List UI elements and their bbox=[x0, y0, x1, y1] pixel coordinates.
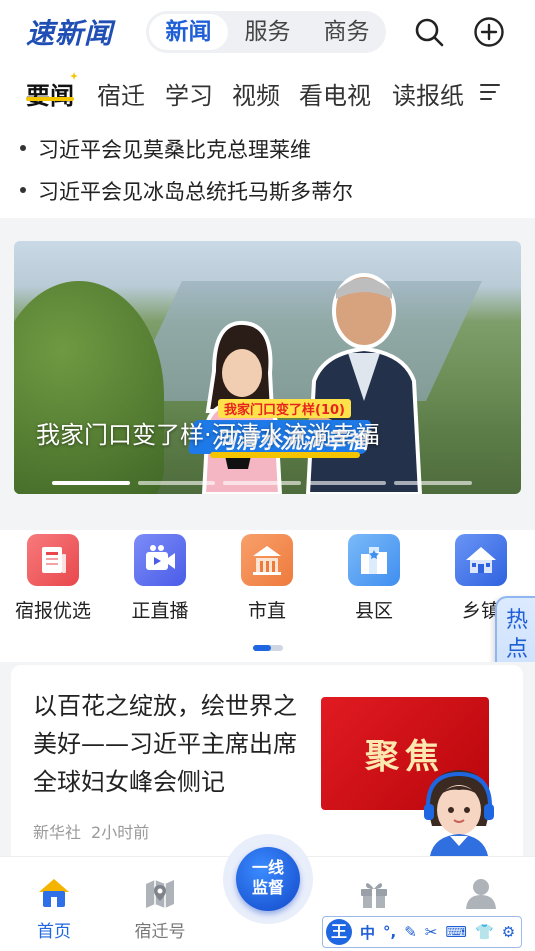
ime-settings-icon[interactable]: ⚙ bbox=[502, 923, 515, 941]
bullet-icon bbox=[20, 187, 26, 193]
carousel-dot[interactable] bbox=[137, 481, 216, 485]
segment-business[interactable]: 商务 bbox=[307, 14, 386, 50]
quick-entry-suqian-daily[interactable]: 宿报优选 bbox=[8, 534, 98, 623]
bullet-icon bbox=[20, 145, 26, 151]
headline-text: 习近平会见冰岛总统托马斯多蒂尔 bbox=[38, 180, 353, 204]
nav-label: 宿迁号 bbox=[134, 922, 186, 942]
tab-read-paper[interactable]: 读报纸 bbox=[392, 76, 464, 111]
newspaper-icon bbox=[27, 534, 79, 586]
section-switcher: 新闻 服务 商务 bbox=[146, 11, 386, 53]
quick-entry-pager bbox=[253, 645, 283, 651]
search-icon[interactable] bbox=[413, 16, 445, 48]
quick-entry-live[interactable]: 正直播 bbox=[115, 534, 205, 623]
quick-entry-label: 正直播 bbox=[131, 600, 189, 622]
home-icon bbox=[39, 879, 69, 907]
carousel-dot[interactable] bbox=[394, 481, 472, 485]
tab-study[interactable]: 学习 bbox=[165, 76, 213, 111]
active-tab-underline bbox=[26, 97, 74, 101]
pager-active-segment bbox=[253, 645, 271, 651]
quick-entry-label: 县区 bbox=[354, 600, 393, 622]
gift-icon bbox=[361, 883, 387, 908]
news-title: 以百花之绽放，绘世界之美好——习近平主席出席全球妇女峰会侧记 bbox=[33, 692, 297, 796]
quick-entry-label: 市直 bbox=[247, 600, 286, 622]
ime-keyboard-icon[interactable]: ⌨ bbox=[445, 923, 467, 941]
news-time: 2小时前 bbox=[91, 823, 150, 842]
segment-news[interactable]: 新闻 bbox=[149, 14, 228, 50]
menu-icon[interactable] bbox=[480, 82, 500, 102]
tab-video[interactable]: 视频 bbox=[232, 76, 280, 111]
video-camera-icon bbox=[134, 534, 186, 586]
carousel-indicator bbox=[52, 481, 472, 485]
ime-handwriting-icon[interactable]: ✎ bbox=[404, 923, 417, 941]
ime-toolbar: 王 中 °, ✎ ✂ ⌨ 👕 ⚙ bbox=[322, 916, 522, 948]
channel-tabs: 要闻 宿迁 学习 视频 看电视 读报纸 bbox=[0, 66, 535, 118]
city-buildings-icon bbox=[348, 534, 400, 586]
ime-skin-icon[interactable]: 👕 bbox=[475, 923, 494, 941]
add-circle-icon[interactable] bbox=[473, 16, 505, 48]
banner-caption: 我家门口变了样·河清水流淌幸福 bbox=[36, 421, 380, 449]
nav-home[interactable]: 首页 bbox=[14, 875, 94, 942]
tab-headlines[interactable]: 要闻 bbox=[26, 76, 74, 111]
segment-services[interactable]: 服务 bbox=[228, 14, 307, 50]
app-logo: 速新闻 bbox=[26, 17, 114, 50]
ime-scissors-icon[interactable]: ✂ bbox=[425, 923, 438, 941]
assistant-avatar-icon[interactable] bbox=[420, 766, 498, 856]
village-house-icon bbox=[455, 534, 507, 586]
banner-badge-top: 我家门口变了样(10) bbox=[218, 399, 351, 418]
banner-carousel[interactable]: 我家门口变了样(10) 河清水流淌幸福 我家门口变了样·河清水流淌幸福 bbox=[14, 241, 521, 494]
quick-entry-county[interactable]: 县区 bbox=[329, 534, 419, 623]
tab-watch-tv[interactable]: 看电视 bbox=[299, 76, 371, 111]
ime-language-toggle[interactable]: 中 bbox=[360, 922, 375, 943]
center-label-line2: 监督 bbox=[251, 878, 284, 897]
government-building-icon bbox=[241, 534, 293, 586]
top-bar: 速新闻 新闻 服务 商务 bbox=[0, 0, 535, 64]
center-label-line1: 一线 bbox=[251, 858, 284, 877]
ime-logo-icon[interactable]: 王 bbox=[326, 919, 352, 945]
carousel-dot[interactable] bbox=[52, 481, 130, 485]
headline-item[interactable]: 习近平会见冰岛总统托马斯多蒂尔 bbox=[20, 176, 353, 206]
headline-item[interactable]: 习近平会见莫桑比克总理莱维 bbox=[20, 134, 311, 164]
quick-entry-label: 宿报优选 bbox=[14, 600, 91, 622]
news-meta: 新华社 2小时前 bbox=[33, 819, 149, 843]
headline-text: 习近平会见莫桑比克总理莱维 bbox=[38, 138, 311, 162]
nav-suqian-account[interactable]: 宿迁号 bbox=[120, 875, 200, 942]
map-icon bbox=[146, 880, 174, 908]
quick-entry-grid: 宿报优选 正直播 市直 县区 乡镇 bbox=[0, 530, 535, 662]
news-source: 新华社 bbox=[33, 823, 82, 842]
carousel-dot[interactable] bbox=[308, 481, 387, 485]
carousel-dot[interactable] bbox=[223, 481, 301, 485]
nav-label: 首页 bbox=[37, 922, 71, 942]
sparkle-icon bbox=[70, 72, 78, 80]
tab-suqian[interactable]: 宿迁 bbox=[97, 76, 145, 111]
quick-entry-city-direct[interactable]: 市直 bbox=[222, 534, 312, 623]
ime-punctuation-icon[interactable]: °, bbox=[383, 923, 396, 941]
frontline-supervision-label: 一线 监督 bbox=[236, 858, 300, 898]
user-icon bbox=[466, 879, 496, 909]
